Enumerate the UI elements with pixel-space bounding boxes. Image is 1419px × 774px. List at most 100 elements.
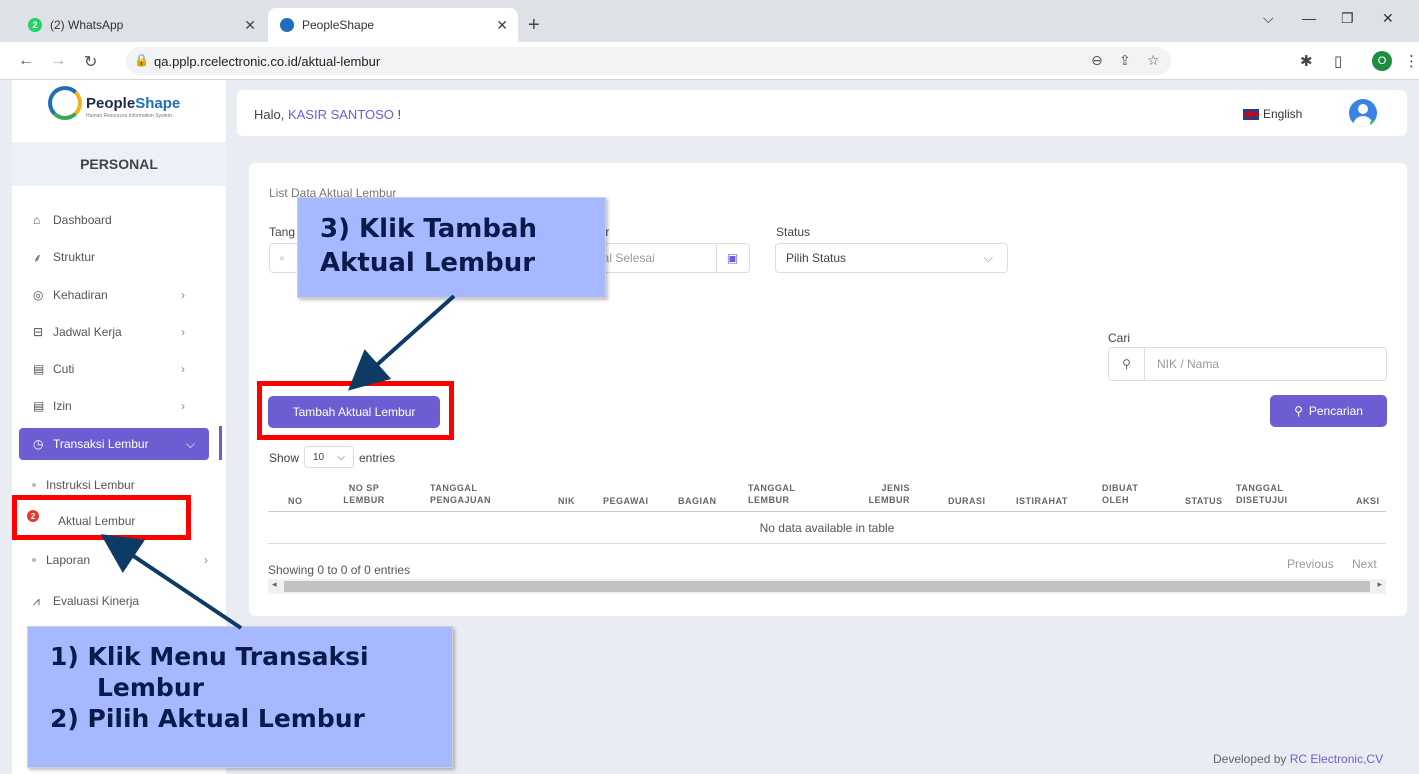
col-tanggal-disetujui[interactable]: TANGGAL DISETUJUI: [1236, 482, 1316, 506]
reload-icon[interactable]: ↻: [84, 52, 97, 72]
calendar-icon: ▫: [280, 251, 285, 265]
col-jenis-lembur[interactable]: JENIS LEMBUR: [860, 482, 910, 506]
greeting: Halo, KASIR SANTOSO !: [254, 107, 401, 122]
close-window-icon[interactable]: ✕: [1382, 10, 1394, 27]
col-pegawai[interactable]: PEGAWAI: [603, 495, 649, 507]
horizontal-scrollbar[interactable]: ◂ ▸: [268, 579, 1386, 594]
address-bar: ← → ↻ 🔒 qa.pplp.rcelectronic.co.id/aktua…: [0, 42, 1419, 80]
greeting-end: !: [393, 107, 402, 122]
close-tab-icon[interactable]: ✕: [496, 17, 508, 34]
tab-search-icon[interactable]: ⌵: [1263, 10, 1274, 27]
side-panel-icon[interactable]: ▯: [1334, 52, 1342, 70]
search-icon: ⚲: [1294, 404, 1303, 418]
language-selector[interactable]: English: [1243, 107, 1302, 121]
share-icon[interactable]: ⇪: [1119, 52, 1131, 69]
col-no-sp-lembur[interactable]: NO SP LEMBUR: [334, 482, 394, 506]
col-dibuat-oleh[interactable]: DIBUAT OLEH: [1102, 482, 1142, 506]
restore-icon[interactable]: ❐: [1341, 10, 1354, 27]
start-date-label: Tang: [269, 225, 296, 239]
close-tab-icon[interactable]: ✕: [244, 17, 256, 34]
col-istirahat[interactable]: ISTIRAHAT: [1016, 495, 1068, 507]
whatsapp-icon: 2: [28, 18, 42, 32]
logo-name: PeopleShape: [86, 95, 180, 112]
sidebar-item-label: Jadwal Kerja: [53, 325, 122, 339]
annotation-step-3-line2: Aktual Lembur: [320, 248, 536, 278]
profile-avatar[interactable]: O: [1372, 51, 1392, 71]
footer-text: Developed by: [1213, 752, 1290, 766]
uk-flag-icon: [1243, 108, 1259, 120]
app-logo[interactable]: PeopleShape Human Resources Information …: [48, 86, 180, 120]
chevron-down-icon: ⌵: [337, 451, 345, 463]
annotation-step-2: 2) Pilih Aktual Lembur: [50, 704, 365, 733]
sidebar-item-label: Kehadiran: [53, 288, 108, 302]
tab-whatsapp[interactable]: 2 (2) WhatsApp ✕: [16, 8, 266, 42]
col-durasi[interactable]: DURASI: [948, 495, 986, 507]
annotation-step-1-line1: 1) Klik Menu Transaksi: [50, 642, 369, 671]
bullet-dot: [32, 483, 36, 487]
extensions-icon[interactable]: ✱: [1300, 52, 1313, 70]
sidebar-item-izin[interactable]: ▤ Izin ›: [19, 391, 209, 421]
show-label: Show: [269, 451, 300, 465]
sidebar-item-jadwal-kerja[interactable]: ⊟ Jadwal Kerja ›: [19, 317, 209, 347]
sidebar-item-kehadiran[interactable]: ◎ Kehadiran ›: [19, 280, 209, 310]
col-bagian[interactable]: BAGIAN: [678, 495, 717, 507]
col-nik[interactable]: NIK: [558, 495, 575, 507]
zoom-icon[interactable]: ⊖: [1091, 52, 1103, 69]
sidebar-item-evaluasi-kinerja[interactable]: ⩘ Evaluasi Kinerja: [19, 586, 209, 616]
search-input[interactable]: ⚲ NIK / Nama: [1108, 347, 1387, 381]
logo-subtitle: Human Resources Information System: [86, 113, 172, 119]
scroll-left-icon[interactable]: ◂: [272, 579, 277, 590]
previous-page-button[interactable]: Previous: [1287, 557, 1334, 571]
sidebar-item-transaksi-lembur[interactable]: ◷ Transaksi Lembur ⌵: [19, 428, 209, 460]
user-avatar[interactable]: [1349, 99, 1377, 127]
url-field[interactable]: 🔒 qa.pplp.rcelectronic.co.id/aktual-lemb…: [126, 47, 1171, 75]
top-header: Halo, KASIR SANTOSO ! English: [237, 90, 1407, 136]
search-placeholder: NIK / Nama: [1157, 357, 1220, 371]
col-tanggal-pengajuan[interactable]: TANGGAL PENGAJUAN: [430, 482, 510, 506]
new-tab-icon[interactable]: +: [528, 14, 540, 37]
minimize-icon[interactable]: —: [1302, 10, 1316, 26]
chevron-right-icon: ›: [181, 288, 185, 302]
scrollbar-thumb[interactable]: [284, 581, 1370, 592]
forward-icon[interactable]: →: [50, 52, 66, 70]
entries-select[interactable]: 10 ⌵: [304, 446, 354, 468]
search-button[interactable]: ⚲ Pencarian: [1270, 395, 1387, 427]
footer-link[interactable]: RC Electronic,CV: [1290, 752, 1383, 766]
scroll-right-icon[interactable]: ▸: [1377, 579, 1382, 590]
sidebar-subitem-instruksi-lembur[interactable]: Instruksi Lembur: [32, 478, 135, 492]
fingerprint-icon: ◎: [33, 288, 44, 302]
sidebar-item-struktur[interactable]: ⸙ Struktur: [19, 242, 209, 272]
col-tanggal-lembur[interactable]: TANGGAL LEMBUR: [748, 482, 808, 506]
end-date-field[interactable]: gal Selesai ▣: [590, 243, 750, 273]
calendar-icon[interactable]: ▣: [716, 244, 748, 272]
menu-kebab-icon[interactable]: ⋮: [1404, 52, 1419, 70]
sidebar-subitem-laporan[interactable]: Laporan ›: [32, 553, 208, 567]
chevron-down-icon: ⌵: [185, 436, 195, 451]
calendar-icon: ▤: [33, 362, 45, 376]
col-no[interactable]: NO: [288, 495, 303, 507]
briefcase-icon: ⊟: [33, 325, 44, 339]
search-label: Cari: [1108, 331, 1131, 345]
sidebar-item-label: Dashboard: [53, 213, 112, 227]
next-page-button[interactable]: Next: [1352, 557, 1377, 571]
logo-name-a: People: [86, 94, 136, 112]
bookmark-star-icon[interactable]: ☆: [1147, 52, 1160, 69]
tab-whatsapp-label: (2) WhatsApp: [50, 18, 124, 32]
start-date-field[interactable]: ▫: [269, 243, 299, 273]
col-status[interactable]: STATUS: [1185, 495, 1223, 507]
col-aksi[interactable]: AKSI: [1356, 495, 1380, 507]
url-text: qa.pplp.rcelectronic.co.id/aktual-lembur: [154, 54, 381, 69]
status-select-value: Pilih Status: [786, 251, 847, 265]
chevron-down-icon: ⌵: [983, 250, 993, 265]
tab-peopleshape[interactable]: PeopleShape ✕: [268, 8, 518, 42]
sidebar-item-cuti[interactable]: ▤ Cuti ›: [19, 354, 209, 384]
sidebar-subitem-label: Laporan: [46, 553, 91, 567]
chart-line-icon: ⩘: [33, 593, 40, 608]
sidebar-section-title: PERSONAL: [12, 142, 226, 186]
back-icon[interactable]: ←: [18, 52, 34, 70]
highlight-aktual-lembur: [12, 495, 191, 540]
sidebar-item-label: Transaksi Lembur: [53, 437, 149, 451]
annotation-step-3: 3) Klik Tambah Aktual Lembur: [297, 197, 606, 298]
status-select[interactable]: Pilih Status ⌵: [775, 243, 1008, 273]
sidebar-item-dashboard[interactable]: ⌂ Dashboard: [19, 205, 209, 235]
